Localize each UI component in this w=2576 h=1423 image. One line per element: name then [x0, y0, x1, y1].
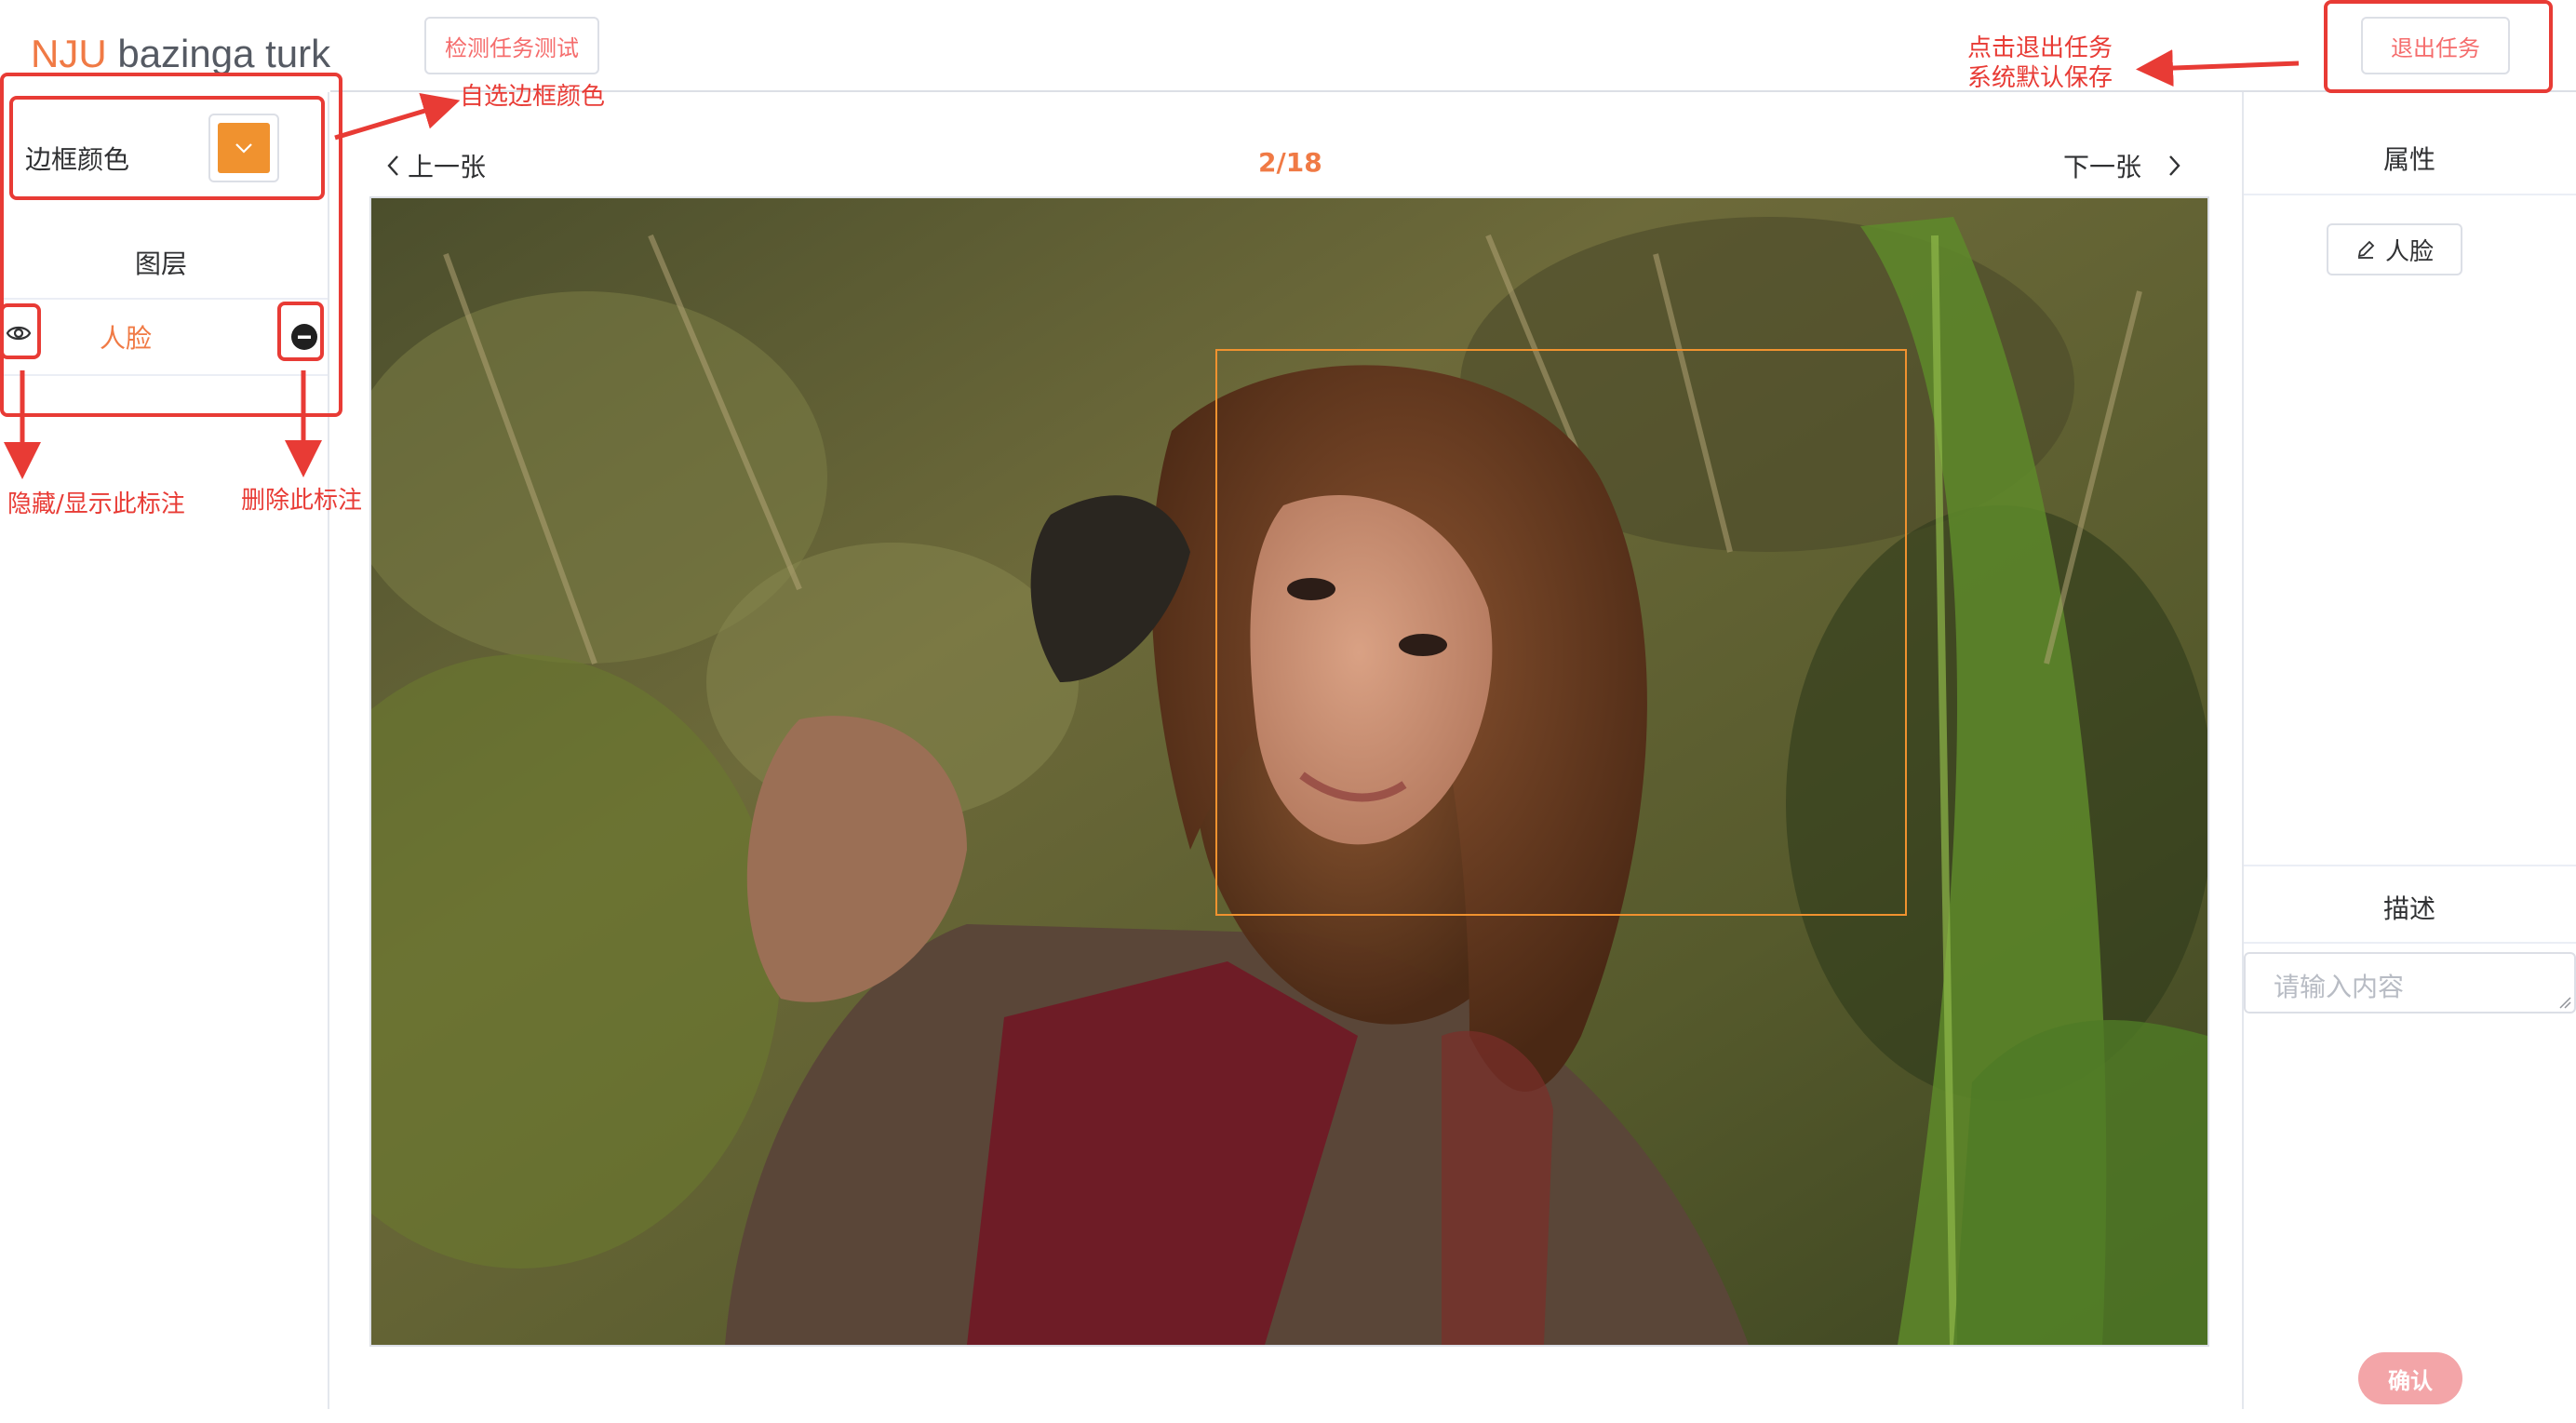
confirm-button[interactable]: 确认 [2358, 1352, 2462, 1404]
description-divider-bottom [2244, 942, 2576, 944]
right-panel-border [2242, 92, 2244, 1409]
callout-exit-note-line2: 系统默认保存 [1967, 64, 2113, 92]
attributes-title: 属性 [2383, 144, 2436, 175]
description-title: 描述 [2383, 893, 2436, 924]
description-divider-top [2244, 865, 2576, 866]
next-image-button[interactable]: 下一张 [2063, 147, 2182, 184]
callout-color-picker-note: 自选边框颜色 [460, 83, 606, 111]
image-counter: 2/18 [1258, 147, 1322, 178]
arrow-color-picker [334, 93, 461, 141]
edit-icon [2357, 240, 2375, 259]
next-label: 下一张 [2063, 152, 2142, 182]
chevron-right-icon [2169, 155, 2180, 176]
callout-frame-delete [277, 302, 324, 361]
prev-image-button[interactable]: 上一张 [385, 147, 486, 184]
callout-exit-note-line1: 点击退出任务 [1967, 34, 2113, 62]
face-bounding-box[interactable] [1215, 349, 1907, 916]
attribute-tag-label: 人脸 [2384, 237, 2434, 266]
callout-frame-exit [2324, 0, 2553, 93]
description-placeholder: 请输入内容 [2274, 972, 2405, 1002]
logo-prefix: NJU [31, 32, 107, 75]
header-divider [330, 90, 2576, 92]
arrow-exit [2136, 49, 2300, 87]
prev-label: 上一张 [408, 152, 487, 182]
callout-delete-note: 删除此标注 [241, 487, 363, 515]
attributes-divider [2244, 194, 2576, 195]
test-task-button[interactable]: 检测任务测试 [424, 17, 599, 74]
callout-frame-eye [0, 303, 41, 359]
logo-suffix: bazinga turk [106, 32, 331, 75]
callout-toggle-note: 隐藏/显示此标注 [7, 490, 185, 518]
annotation-canvas[interactable] [369, 196, 2209, 1347]
chevron-left-icon [387, 155, 398, 176]
resize-handle-icon[interactable] [2558, 996, 2571, 1009]
description-textarea[interactable]: 请输入内容 [2244, 952, 2576, 1014]
callout-frame-border-color [9, 96, 325, 200]
attribute-tag-face[interactable]: 人脸 [2327, 223, 2462, 275]
